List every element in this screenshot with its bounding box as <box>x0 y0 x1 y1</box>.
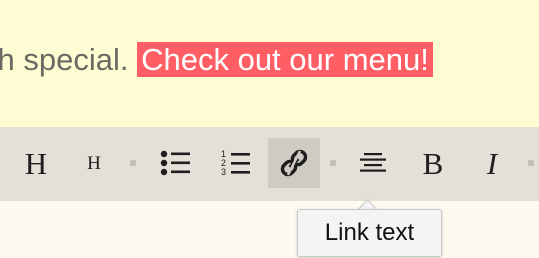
editor-plain-text: ch special. <box>0 42 129 77</box>
heading2-icon: H <box>87 152 101 174</box>
italic-button[interactable]: I <box>466 138 518 188</box>
link-tooltip: Link text <box>297 209 442 257</box>
ordered-list-icon: 1 2 3 <box>221 149 250 177</box>
unordered-list-icon <box>160 150 190 176</box>
link-icon <box>280 149 308 177</box>
numbered-list-button[interactable]: 1 2 3 <box>210 138 262 188</box>
italic-icon: I <box>486 145 498 181</box>
tooltip-text: Link text <box>324 219 415 246</box>
svg-text:3: 3 <box>221 167 226 177</box>
heading2-button[interactable]: H <box>68 138 120 188</box>
toolbar-separator <box>330 160 336 166</box>
align-center-button[interactable] <box>347 138 399 188</box>
selected-link-text[interactable]: Check out our menu! <box>137 42 433 77</box>
toolbar-separator <box>528 160 534 166</box>
bold-button[interactable]: B <box>407 138 459 188</box>
editor-body-area[interactable] <box>0 201 539 258</box>
editor-text-area[interactable]: ch special. Check out our menu! <box>0 0 539 127</box>
bold-icon: B <box>422 145 444 181</box>
toolbar-separator <box>130 160 136 166</box>
align-center-icon <box>360 153 386 172</box>
heading1-icon: H <box>24 145 48 181</box>
link-button[interactable] <box>268 138 320 188</box>
bullet-list-button[interactable] <box>150 138 202 188</box>
heading1-button[interactable]: H <box>10 138 62 188</box>
formatting-toolbar: H H 1 2 3 B I <box>0 127 539 201</box>
editor-content-line: ch special. Check out our menu! <box>0 36 433 84</box>
